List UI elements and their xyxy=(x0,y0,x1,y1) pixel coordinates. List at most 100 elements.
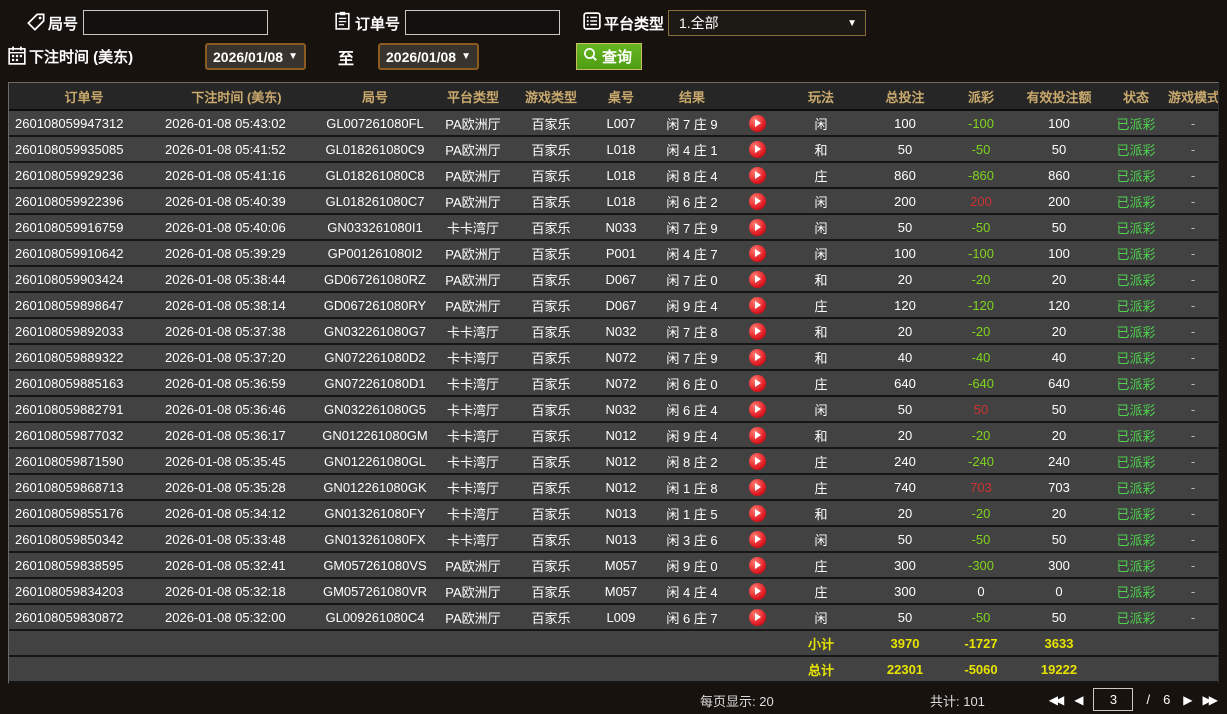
cell-table_no: M057 xyxy=(592,552,650,579)
cell-status: 已派彩 xyxy=(1104,188,1168,215)
table-row: 260108059882791 2026-01-08 05:36:46 GN0322… xyxy=(9,396,1218,423)
cell-payout: -20 xyxy=(948,500,1014,527)
replay-button[interactable] xyxy=(748,452,766,470)
replay-button[interactable] xyxy=(748,582,766,600)
table-row: 260108059935085 2026-01-08 05:41:52 GL0182… xyxy=(9,136,1218,163)
query-button[interactable]: 查询 xyxy=(576,43,643,70)
replay-cell xyxy=(734,396,780,423)
page-number-input[interactable] xyxy=(1093,688,1134,711)
cell-status: 已派彩 xyxy=(1104,578,1168,605)
date-to-picker[interactable]: 2026/01/08 ▼ xyxy=(378,43,479,70)
cell-order: 260108059830872 xyxy=(9,604,159,631)
subtotal-row-cell-0 xyxy=(9,630,159,657)
cell-status: 已派彩 xyxy=(1104,500,1168,527)
cell-result: 闲 7 庄 9 xyxy=(650,344,734,371)
cell-result: 闲 6 庄 2 xyxy=(650,188,734,215)
cell-bet: 和 xyxy=(780,422,862,449)
cell-valid: 100 xyxy=(1014,110,1104,137)
grand-total-row-cell-0 xyxy=(9,656,159,683)
replay-button[interactable] xyxy=(748,530,766,548)
list-icon xyxy=(583,12,601,35)
column-header-5: 桌号 xyxy=(592,83,650,111)
cell-table_no: N012 xyxy=(592,474,650,501)
cell-mode: - xyxy=(1168,240,1218,267)
cell-time: 2026-01-08 05:37:20 xyxy=(159,344,314,371)
replay-button[interactable] xyxy=(748,374,766,392)
cell-table_no: N033 xyxy=(592,214,650,241)
cell-status: 已派彩 xyxy=(1104,266,1168,293)
cell-game: 百家乐 xyxy=(510,240,592,267)
first-page-button[interactable]: ◀◀ xyxy=(1049,689,1065,711)
grand-total-row-cell-10: -5060 xyxy=(948,656,1014,683)
cell-valid: 20 xyxy=(1014,266,1104,293)
cell-status: 已派彩 xyxy=(1104,370,1168,397)
replay-button[interactable] xyxy=(748,244,766,262)
last-page-button[interactable]: ▶▶ xyxy=(1203,689,1219,711)
cell-mode: - xyxy=(1168,448,1218,475)
cell-total: 740 xyxy=(862,474,948,501)
replay-button[interactable] xyxy=(748,114,766,132)
cell-valid: 640 xyxy=(1014,370,1104,397)
table-row: 260108059889322 2026-01-08 05:37:20 GN0722… xyxy=(9,344,1218,371)
replay-button[interactable] xyxy=(748,166,766,184)
total-count-label: 共计: 101 xyxy=(930,694,985,709)
replay-button[interactable] xyxy=(748,400,766,418)
cell-status: 已派彩 xyxy=(1104,240,1168,267)
cell-round: GN012261080GM xyxy=(314,422,436,449)
cell-status: 已派彩 xyxy=(1104,604,1168,631)
cell-status: 已派彩 xyxy=(1104,526,1168,553)
replay-button[interactable] xyxy=(748,140,766,158)
cell-mode: - xyxy=(1168,292,1218,319)
cell-payout: -50 xyxy=(948,214,1014,241)
cell-status: 已派彩 xyxy=(1104,344,1168,371)
cell-round: GD067261080RZ xyxy=(314,266,436,293)
round-number-input[interactable] xyxy=(83,10,268,35)
replay-button[interactable] xyxy=(748,270,766,288)
table-row: 260108059885163 2026-01-08 05:36:59 GN0722… xyxy=(9,370,1218,397)
subtotal-row-cell-3 xyxy=(436,630,510,657)
cell-mode: - xyxy=(1168,396,1218,423)
replay-cell xyxy=(734,292,780,319)
replay-button[interactable] xyxy=(748,322,766,340)
cell-result: 闲 6 庄 7 xyxy=(650,604,734,631)
cell-table_no: N012 xyxy=(592,422,650,449)
replay-button[interactable] xyxy=(748,556,766,574)
to-label: 至 xyxy=(338,51,355,68)
table-row: 260108059922396 2026-01-08 05:40:39 GL0182… xyxy=(9,188,1218,215)
grand-total-row-cell-5 xyxy=(592,656,650,683)
cell-status: 已派彩 xyxy=(1104,214,1168,241)
cell-platform: PA欧洲厅 xyxy=(436,240,510,267)
cell-bet: 闲 xyxy=(780,526,862,553)
cell-valid: 20 xyxy=(1014,318,1104,345)
cell-status: 已派彩 xyxy=(1104,162,1168,189)
replay-cell xyxy=(734,448,780,475)
replay-button[interactable] xyxy=(748,504,766,522)
cell-total: 50 xyxy=(862,604,948,631)
cell-platform: 卡卡湾厅 xyxy=(436,526,510,553)
replay-button[interactable] xyxy=(748,608,766,626)
cell-platform: PA欧洲厅 xyxy=(436,266,510,293)
subtotal-row: 小计 3970 -1727 3633 xyxy=(9,630,1218,657)
cell-game: 百家乐 xyxy=(510,214,592,241)
replay-button[interactable] xyxy=(748,348,766,366)
next-page-button[interactable]: ▶ xyxy=(1183,689,1192,711)
cell-order: 260108059834203 xyxy=(9,578,159,605)
column-header-2: 局号 xyxy=(314,83,436,111)
replay-button[interactable] xyxy=(748,192,766,210)
order-number-input[interactable] xyxy=(405,10,560,35)
cell-payout: -50 xyxy=(948,604,1014,631)
platform-type-select[interactable]: 1.全部 ▼ xyxy=(668,10,866,36)
replay-button[interactable] xyxy=(748,426,766,444)
replay-button[interactable] xyxy=(748,478,766,496)
cell-total: 100 xyxy=(862,240,948,267)
prev-page-button[interactable]: ◀ xyxy=(1074,689,1083,711)
search-icon xyxy=(583,47,598,66)
cell-payout: -20 xyxy=(948,318,1014,345)
date-from-picker[interactable]: 2026/01/08 ▼ xyxy=(205,43,306,70)
cell-valid: 40 xyxy=(1014,344,1104,371)
cell-table_no: N072 xyxy=(592,344,650,371)
replay-button[interactable] xyxy=(748,296,766,314)
replay-button[interactable] xyxy=(748,218,766,236)
grand-total-row-cell-6 xyxy=(650,656,734,683)
cell-round: GL018261080C9 xyxy=(314,136,436,163)
